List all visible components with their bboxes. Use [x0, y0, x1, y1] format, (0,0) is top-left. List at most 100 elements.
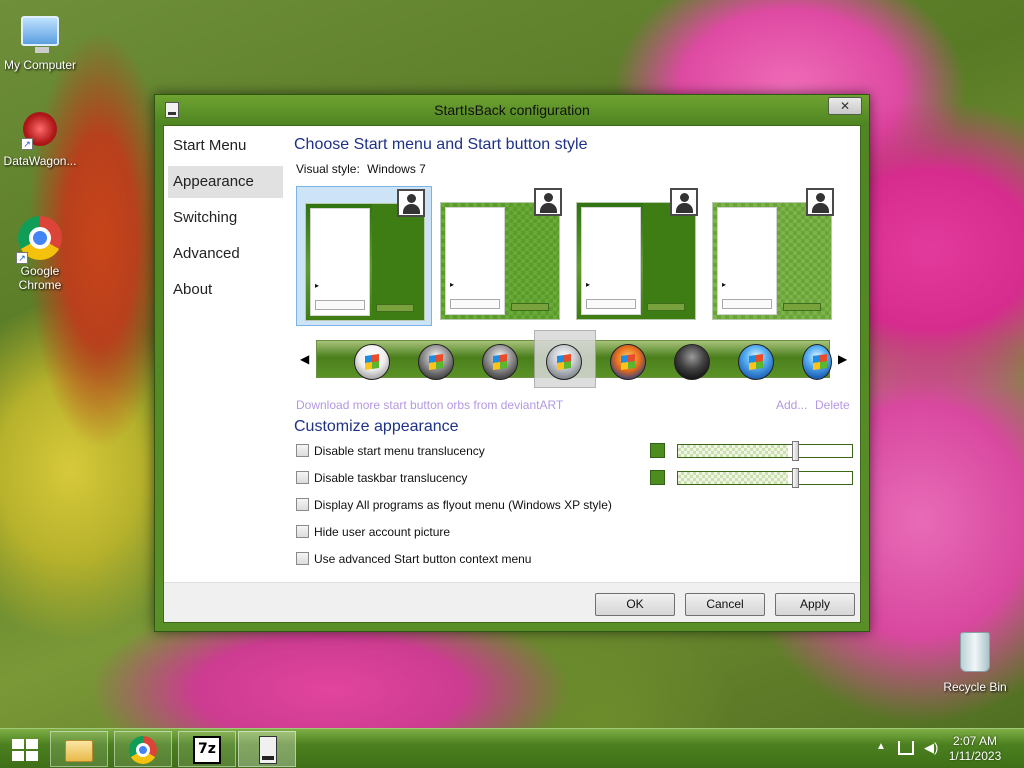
checkbox[interactable]: [296, 498, 309, 511]
slider-fill: [678, 445, 788, 457]
visual-style-label: Visual style: Windows 7: [296, 162, 426, 176]
slider-thumb[interactable]: [792, 468, 799, 488]
network-icon[interactable]: [898, 741, 914, 755]
visual-style-value: Windows 7: [367, 162, 426, 176]
start-orb-icon[interactable]: [674, 344, 710, 380]
desktop-icon-label: Recycle Bin: [943, 680, 1007, 694]
download-orbs-link[interactable]: Download more start button orbs from dev…: [296, 398, 563, 412]
user-picture-icon: [534, 188, 562, 216]
option-label: Display All programs as flyout menu (Win…: [314, 498, 612, 512]
taskbar-item-explorer[interactable]: [50, 731, 108, 767]
apply-button[interactable]: Apply: [775, 593, 855, 616]
explorer-icon: [65, 740, 93, 762]
sidebar-item-switching[interactable]: Switching: [168, 202, 283, 234]
delete-orb-link[interactable]: Delete: [815, 398, 850, 412]
taskbar-item-7zip[interactable]: 7z: [178, 731, 236, 767]
slider-thumb[interactable]: [792, 441, 799, 461]
option-label: Use advanced Start button context menu: [314, 552, 532, 566]
user-picture-icon: [670, 188, 698, 216]
desktop-icon-label: My Computer: [3, 58, 77, 72]
checkbox[interactable]: [296, 471, 309, 484]
option-disable-taskbar-translucency[interactable]: Disable taskbar translucency: [296, 471, 467, 485]
start-orb-icon[interactable]: [738, 344, 774, 380]
user-picture-icon: [806, 188, 834, 216]
chrome-icon: [129, 736, 157, 764]
sidebar-item-about[interactable]: About: [168, 274, 283, 306]
cancel-button[interactable]: Cancel: [685, 593, 765, 616]
title-bar[interactable]: StartIsBack configuration ✕: [155, 95, 869, 125]
visual-style-caption: Visual style:: [296, 162, 360, 176]
orbs-scroll-right-button[interactable]: ▶: [838, 352, 847, 366]
slider-fill: [678, 472, 788, 484]
start-orb-icon[interactable]: [546, 344, 582, 380]
start-orb-icon[interactable]: [482, 344, 518, 380]
taskbar-color-swatch[interactable]: [650, 470, 665, 485]
style-preview: ▸: [576, 202, 696, 320]
sidebar-item-appearance[interactable]: Appearance: [168, 166, 283, 198]
start-orb-icon[interactable]: [354, 344, 390, 380]
style-preview: ▸: [440, 202, 560, 320]
7zip-icon: 7z: [193, 736, 221, 764]
sidebar-item-advanced[interactable]: Advanced: [168, 238, 283, 270]
arrow-icon: ▸: [722, 280, 727, 289]
close-button[interactable]: ✕: [828, 97, 862, 115]
start-orb-icon[interactable]: [610, 344, 646, 380]
arrow-icon: ▸: [450, 280, 455, 289]
desktop-icon-recycle-bin[interactable]: Recycle Bin: [935, 632, 1015, 694]
startisback-icon: [259, 736, 277, 764]
recycle-bin-icon: [960, 632, 990, 672]
arrow-icon: ▸: [315, 281, 320, 290]
style-option-2[interactable]: ▸: [432, 186, 568, 326]
sidebar: Start Menu Appearance Switching Advanced…: [164, 126, 289, 582]
computer-icon: [21, 16, 59, 53]
start-icon: [12, 739, 38, 761]
checkbox[interactable]: [296, 444, 309, 457]
start-menu-color-swatch[interactable]: [650, 443, 665, 458]
orbs-scroll-left-button[interactable]: ◀: [300, 352, 309, 366]
datawagon-icon: ↗: [21, 112, 57, 150]
add-orb-link[interactable]: Add...: [776, 398, 807, 412]
volume-icon[interactable]: ◀): [924, 740, 938, 756]
sidebar-item-start-menu[interactable]: Start Menu: [168, 130, 283, 162]
desktop-icon-label: Google Chrome: [18, 264, 62, 292]
style-option-1[interactable]: ▸: [296, 186, 432, 326]
option-label: Hide user account picture: [314, 525, 451, 539]
option-hide-user-picture[interactable]: Hide user account picture: [296, 525, 450, 539]
desktop-icon-label: DataWagon...: [3, 154, 77, 168]
checkbox[interactable]: [296, 552, 309, 565]
content-area: Start Menu Appearance Switching Advanced…: [164, 126, 860, 582]
start-orb-icon[interactable]: [802, 344, 832, 380]
style-section-heading: Choose Start menu and Start button style: [294, 136, 588, 153]
desktop-icon-datawagon[interactable]: ↗ DataWagon...: [0, 112, 80, 168]
clock[interactable]: 2:07 AM 1/11/2023: [940, 734, 1010, 764]
shortcut-arrow-icon: ↗: [21, 138, 33, 150]
window-title: StartIsBack configuration: [434, 102, 590, 118]
chrome-icon: ↗: [16, 216, 62, 264]
show-hidden-icons-button[interactable]: ▲: [876, 741, 886, 752]
option-label: Disable taskbar translucency: [314, 471, 468, 485]
style-option-4[interactable]: ▸: [704, 186, 840, 326]
clock-time: 2:07 AM: [952, 734, 998, 748]
appearance-section-heading: Customize appearance: [294, 418, 459, 435]
taskbar-item-startisback[interactable]: [238, 731, 296, 767]
start-orb-icon[interactable]: [418, 344, 454, 380]
desktop-icon-google-chrome[interactable]: ↗ Google Chrome: [0, 216, 80, 292]
ok-button[interactable]: OK: [595, 593, 675, 616]
desktop-icon-my-computer[interactable]: My Computer: [0, 10, 80, 72]
arrow-icon: ▸: [586, 280, 591, 289]
window-client: Start Menu Appearance Switching Advanced…: [163, 125, 861, 623]
appearance-panel: Choose Start menu and Start button style…: [294, 126, 860, 582]
option-all-programs-flyout[interactable]: Display All programs as flyout menu (Win…: [296, 498, 612, 512]
startisback-config-window: StartIsBack configuration ✕ Start Menu A…: [154, 94, 870, 632]
style-option-3[interactable]: ▸: [568, 186, 704, 326]
taskbar-translucency-slider[interactable]: [677, 468, 853, 488]
style-preview: ▸: [305, 203, 425, 321]
start-menu-translucency-slider[interactable]: [677, 441, 853, 461]
start-button[interactable]: [6, 735, 42, 763]
checkbox[interactable]: [296, 525, 309, 538]
clock-date: 1/11/2023: [948, 749, 1002, 763]
option-disable-start-menu-translucency[interactable]: Disable start menu translucency: [296, 444, 485, 458]
taskbar: 7z ▲ ◀) 2:07 AM 1/11/2023: [0, 728, 1024, 768]
option-advanced-context-menu[interactable]: Use advanced Start button context menu: [296, 552, 531, 566]
taskbar-item-chrome[interactable]: [114, 731, 172, 767]
